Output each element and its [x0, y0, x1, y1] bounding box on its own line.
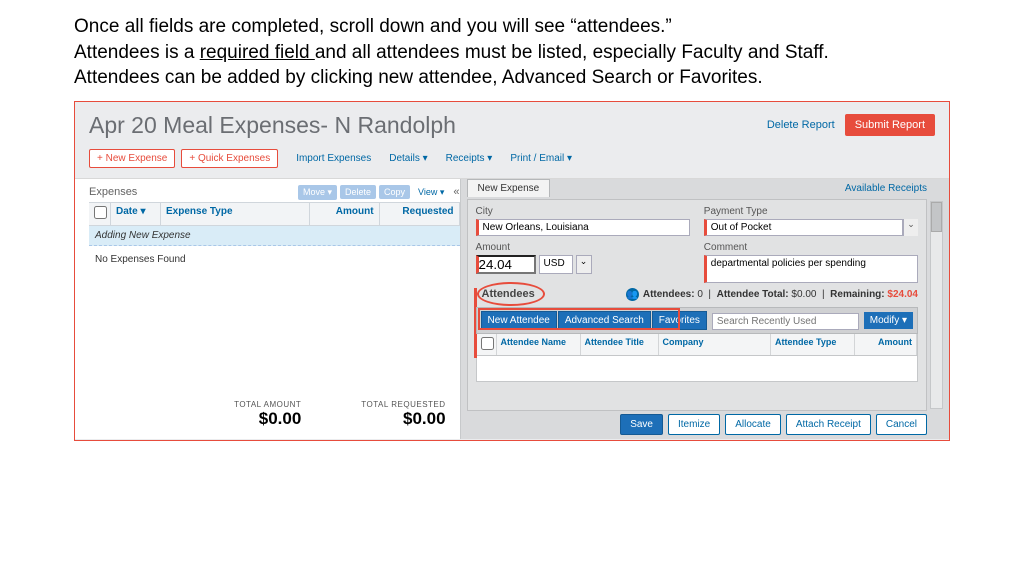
payment-type-select[interactable]: Out of Pocket — [704, 219, 903, 236]
col-requested[interactable]: Requested — [380, 203, 460, 225]
amount-input[interactable] — [476, 255, 536, 274]
chevron-down-icon[interactable]: ⌄ — [903, 219, 918, 236]
new-expense-button[interactable]: + New Expense — [89, 149, 175, 168]
submit-report-button[interactable]: Submit Report — [845, 114, 935, 136]
expenses-heading: Expenses — [89, 186, 137, 198]
attendees-heading: Attendees — [482, 288, 535, 300]
total-requested-label: TOTAL REQUESTED — [361, 400, 445, 409]
currency-select[interactable]: USD — [539, 255, 573, 274]
save-button[interactable]: Save — [620, 414, 663, 435]
scrollbar[interactable] — [930, 201, 943, 409]
receipts-menu[interactable]: Receipts ▾ — [446, 153, 493, 164]
print-email-menu[interactable]: Print / Email ▾ — [510, 153, 572, 164]
expenses-table-header: Date ▾ Expense Type Amount Requested — [89, 202, 460, 226]
view-menu[interactable]: View ▾ — [413, 185, 449, 200]
copy-button[interactable]: Copy — [379, 185, 410, 199]
available-receipts-link[interactable]: Available Receipts — [845, 183, 927, 194]
attendee-select-all[interactable] — [481, 337, 494, 350]
city-input[interactable] — [476, 219, 690, 236]
comment-textarea[interactable]: departmental policies per spending — [704, 255, 918, 283]
col-attendee-type[interactable]: Attendee Type — [771, 334, 855, 355]
payment-type-label: Payment Type — [704, 206, 918, 217]
allocate-button[interactable]: Allocate — [725, 414, 781, 435]
col-amount[interactable]: Amount — [310, 203, 380, 225]
details-menu[interactable]: Details ▾ — [389, 153, 427, 164]
col-company[interactable]: Company — [659, 334, 771, 355]
import-expenses-link[interactable]: Import Expenses — [296, 153, 371, 164]
search-recently-used-input[interactable] — [712, 313, 859, 330]
new-expense-tab[interactable]: New Expense — [467, 179, 551, 197]
move-button[interactable]: Move ▾ — [298, 185, 337, 200]
col-date[interactable]: Date ▾ — [111, 203, 161, 225]
attendees-table-header: Attendee Name Attendee Title Company Att… — [476, 334, 918, 356]
col-attendee-title[interactable]: Attendee Title — [581, 334, 659, 355]
col-expense-type[interactable]: Expense Type — [161, 203, 310, 225]
modify-button[interactable]: Modify ▾ — [864, 312, 913, 329]
select-all-checkbox[interactable] — [94, 206, 107, 219]
comment-label: Comment — [704, 242, 918, 253]
total-amount-label: TOTAL AMOUNT — [234, 400, 301, 409]
itemize-button[interactable]: Itemize — [668, 414, 720, 435]
no-expenses-message: No Expenses Found — [89, 246, 460, 273]
cancel-button[interactable]: Cancel — [876, 414, 927, 435]
favorites-button[interactable]: Favorites — [652, 311, 707, 330]
col-attendee-name[interactable]: Attendee Name — [497, 334, 581, 355]
col-attendee-amount[interactable]: Amount — [855, 334, 917, 355]
adding-new-expense-row: Adding New Expense — [89, 226, 460, 246]
delete-button[interactable]: Delete — [340, 185, 376, 199]
attendees-table-body — [476, 356, 918, 382]
chevron-down-icon[interactable]: ⌄ — [576, 255, 592, 274]
delete-report-link[interactable]: Delete Report — [767, 119, 835, 131]
new-attendee-button[interactable]: New Attendee — [481, 311, 557, 330]
total-amount-value: $0.00 — [234, 409, 301, 429]
city-label: City — [476, 206, 690, 217]
quick-expenses-button[interactable]: + Quick Expenses — [181, 149, 278, 168]
page-title: Apr 20 Meal Expenses- N Randolph — [89, 112, 767, 139]
advanced-search-button[interactable]: Advanced Search — [558, 311, 651, 330]
instruction-text: Once all fields are completed, scroll do… — [74, 14, 950, 91]
attendees-icon: 👥 — [626, 288, 639, 301]
amount-label: Amount — [476, 242, 690, 253]
total-requested-value: $0.00 — [361, 409, 445, 429]
attach-receipt-button[interactable]: Attach Receipt — [786, 414, 871, 435]
app-window: Apr 20 Meal Expenses- N Randolph Delete … — [74, 101, 950, 441]
